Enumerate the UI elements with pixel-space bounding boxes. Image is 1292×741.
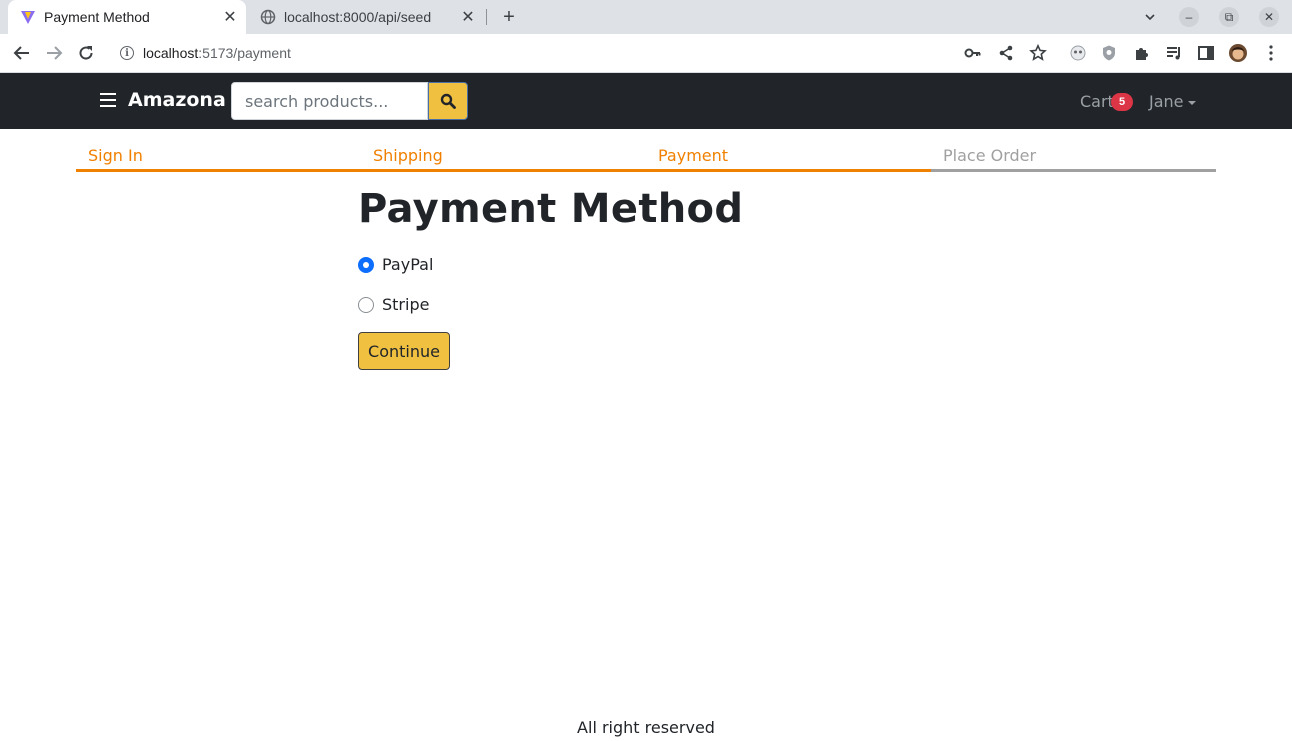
search-button[interactable] [428,82,468,120]
site-info-icon[interactable]: i [120,46,134,60]
search-input[interactable]: search products... [231,82,428,120]
forward-arrow-icon[interactable] [42,41,66,65]
cart-link[interactable]: Cart [1080,92,1114,111]
tab-search-icon[interactable] [1140,7,1160,27]
close-tab-icon[interactable]: ✕ [458,7,478,27]
extension-panda-icon[interactable] [1068,43,1088,63]
tab-title: Payment Method [44,9,150,25]
app-navbar: Amazona search products... Cart Jane [0,73,1292,129]
continue-button[interactable]: Continue [358,332,450,370]
footer-text: All right reserved [577,718,715,737]
paypal-radio[interactable] [358,256,374,273]
tab-api-seed[interactable]: localhost:8000/api/seed ✕ [248,0,484,34]
checkout-steps: Sign In Shipping Payment Place Order [76,146,1216,172]
tab-separator [486,9,487,25]
minimize-icon[interactable]: – [1179,7,1199,27]
vite-logo-icon [20,9,36,25]
browser-menu-icon[interactable] [1261,43,1281,63]
close-tab-icon[interactable]: ✕ [220,7,240,27]
address-host: localhost [143,45,199,61]
stripe-label[interactable]: Stripe [382,295,429,314]
paypal-label[interactable]: PayPal [382,255,433,274]
cart-count-badge: 5 [1111,93,1133,111]
step-sign-in: Sign In [76,146,361,172]
side-panel-icon[interactable] [1196,43,1216,63]
reload-icon[interactable] [74,41,98,65]
key-icon[interactable] [963,43,983,63]
brand-logo[interactable]: Amazona [128,89,226,111]
tab-payment-method[interactable]: Payment Method ✕ [8,0,246,34]
stripe-radio[interactable] [358,296,374,313]
browser-toolbar: i localhost:5173/payment [0,34,1292,73]
payment-option-stripe[interactable]: Stripe [358,295,429,314]
restore-icon[interactable]: ⧉ [1219,7,1239,27]
bookmark-star-icon[interactable] [1028,43,1048,63]
user-dropdown[interactable]: Jane [1149,92,1196,111]
extensions-puzzle-icon[interactable] [1132,43,1152,63]
media-queue-icon[interactable] [1164,43,1184,63]
new-tab-icon[interactable]: + [498,6,520,28]
browser-tab-bar: Payment Method ✕ localhost:8000/api/seed… [0,0,1292,34]
globe-icon [260,9,276,25]
page-title: Payment Method [358,186,744,232]
payment-option-paypal[interactable]: PayPal [358,255,433,274]
close-window-icon[interactable]: ✕ [1259,7,1279,27]
address-path: :5173/payment [198,45,291,61]
share-icon[interactable] [996,43,1016,63]
search-icon [440,93,456,109]
step-payment: Payment [646,146,931,172]
extension-shield-icon[interactable] [1099,43,1119,63]
address-bar[interactable]: i localhost:5173/payment [108,38,1056,68]
step-shipping: Shipping [361,146,646,172]
user-name: Jane [1149,92,1184,111]
tab-title: localhost:8000/api/seed [284,9,432,25]
hamburger-menu-icon[interactable] [100,93,116,107]
back-arrow-icon[interactable] [10,41,34,65]
step-place-order: Place Order [931,146,1216,172]
profile-avatar-icon[interactable] [1228,43,1248,63]
caret-down-icon [1187,100,1196,105]
